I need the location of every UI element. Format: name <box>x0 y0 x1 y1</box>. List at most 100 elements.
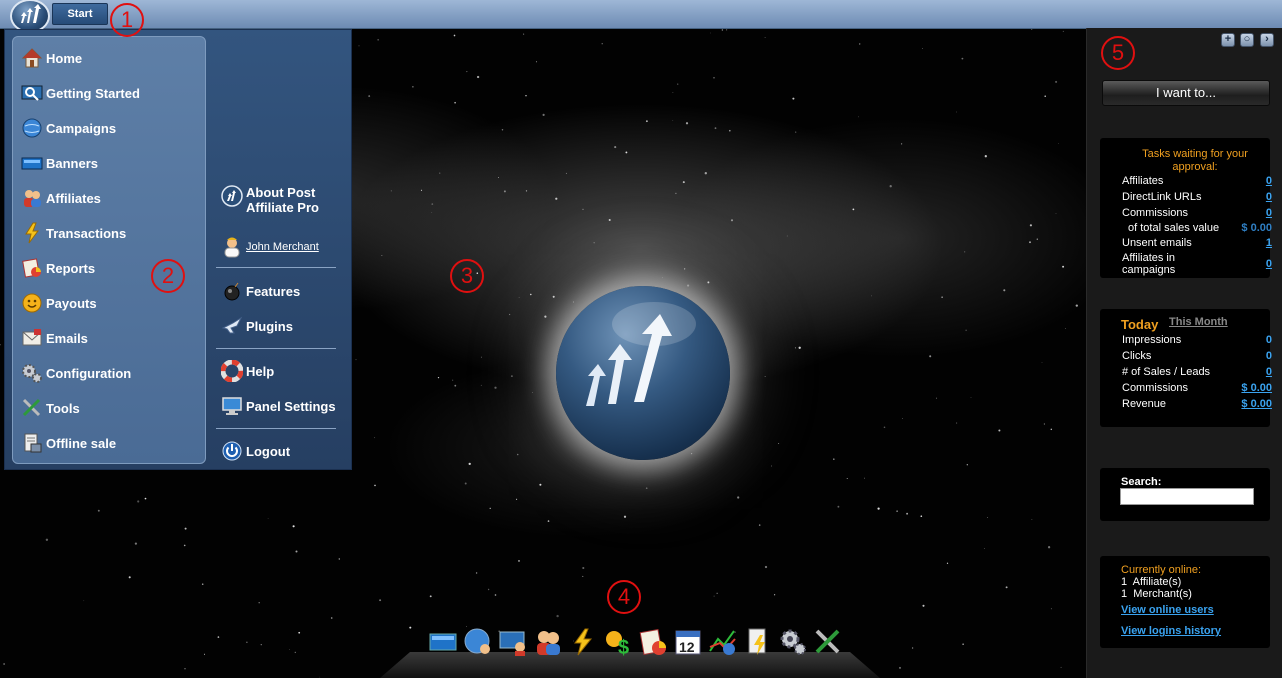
task-row: Affiliates in campaigns 0 <box>1122 252 1272 276</box>
menu-item-reports[interactable]: Reports <box>21 254 95 282</box>
tab-this-month[interactable]: This Month <box>1169 316 1228 328</box>
user-name-link[interactable]: John Merchant <box>246 241 319 253</box>
menu-item-emails-label: Emails <box>46 330 88 346</box>
view-online-users-link[interactable]: View online users <box>1121 604 1214 616</box>
menu-item-affiliates-label: Affiliates <box>46 190 101 206</box>
online-affiliates-count: 1 Affiliate(s) <box>1121 576 1182 588</box>
total-sales-value: $ 0.00 <box>1241 222 1272 234</box>
post-affiliate-pro-logo <box>556 286 730 460</box>
calendar-icon[interactable]: 12 <box>673 627 703 657</box>
payouts-icon[interactable]: $ <box>603 627 633 659</box>
menu-item-plugins[interactable]: Plugins <box>221 312 293 340</box>
add-gadget-icon[interactable]: + <box>1221 33 1235 47</box>
settings-icon[interactable]: ○ <box>1240 33 1254 47</box>
home-icon <box>21 47 43 69</box>
menu-item-features[interactable]: Features <box>221 277 300 305</box>
menu-item-offline-sale-label: Offline sale <box>46 435 117 451</box>
start-menu: Home Getting Started Campaigns Banners A… <box>4 29 352 470</box>
view-logins-history-link[interactable]: View logins history <box>1121 625 1221 637</box>
i-want-to-button[interactable]: I want to... <box>1102 80 1270 106</box>
menu-item-logout[interactable]: Logout <box>221 437 290 465</box>
menu-divider <box>216 267 336 268</box>
menu-item-affiliates[interactable]: Affiliates <box>21 184 101 212</box>
stat-value-link[interactable]: $ 0.00 <box>1241 382 1272 394</box>
menu-item-user[interactable]: John Merchant <box>221 233 319 261</box>
task-row: Commissions 0 <box>1122 207 1272 219</box>
menu-item-panel-settings[interactable]: Panel Settings <box>221 392 336 420</box>
stat-row: Impressions 0 <box>1122 334 1272 346</box>
stat-row: # of Sales / Leads 0 <box>1122 366 1272 378</box>
annotation-marker-5: 5 <box>1101 36 1135 70</box>
start-button[interactable]: Start <box>52 3 108 25</box>
reports-icon[interactable] <box>638 627 668 657</box>
tools-icon[interactable] <box>813 627 843 657</box>
campaigns-icon[interactable] <box>463 627 493 657</box>
globe-icon <box>21 117 43 139</box>
task-count-link[interactable]: 0 <box>1266 258 1272 270</box>
menu-item-configuration[interactable]: Configuration <box>21 359 131 387</box>
search-label: Search: <box>1121 476 1162 488</box>
stat-row: Commissions $ 0.00 <box>1122 382 1272 394</box>
menu-item-tools[interactable]: Tools <box>21 394 80 422</box>
annotation-marker-1: 1 <box>110 3 144 37</box>
menu-divider <box>216 428 336 429</box>
affiliate-banners-icon[interactable] <box>498 627 528 657</box>
annotation-marker-2: 2 <box>151 259 185 293</box>
annotation-marker-3: 3 <box>450 259 484 293</box>
task-count-link[interactable]: 0 <box>1266 175 1272 187</box>
lifebuoy-icon <box>220 359 244 383</box>
search-input[interactable] <box>1120 488 1254 505</box>
online-users-box: Currently online: 1 Affiliate(s) 1 Merch… <box>1100 556 1270 648</box>
banners-icon[interactable] <box>428 627 458 657</box>
stat-row: Revenue $ 0.00 <box>1122 398 1272 410</box>
menu-item-offline-sale[interactable]: Offline sale <box>21 429 116 457</box>
tasks-box: Tasks waiting for your approval: Affilia… <box>1100 138 1272 278</box>
menu-item-help[interactable]: Help <box>220 357 275 385</box>
menu-divider <box>216 348 336 349</box>
stat-value-link[interactable]: $ 0.00 <box>1241 398 1272 410</box>
menu-item-help-label: Help <box>246 363 275 379</box>
menu-item-transactions-label: Transactions <box>46 225 127 241</box>
menu-item-banners[interactable]: Banners <box>21 149 98 177</box>
configuration-icon[interactable] <box>778 627 808 657</box>
menu-item-about[interactable]: About Post Affiliate Pro <box>221 185 319 219</box>
play-icon[interactable]: › <box>1260 33 1274 47</box>
stats-box: Today This Month Impressions 0 Clicks 0 # … <box>1100 309 1272 427</box>
right-sidebar: + ○ › I want to... Tasks waiting for you… <box>1086 28 1282 678</box>
menu-item-campaigns[interactable]: Campaigns <box>21 114 116 142</box>
menu-item-logout-label: Logout <box>246 443 291 459</box>
menu-item-emails[interactable]: Emails <box>21 324 88 352</box>
menu-item-home-label: Home <box>46 50 83 66</box>
banner-icon <box>21 152 43 174</box>
menu-item-transactions[interactable]: Transactions <box>21 219 126 247</box>
menu-item-configuration-label: Configuration <box>46 365 132 381</box>
email-icon <box>21 327 43 349</box>
menu-item-payouts[interactable]: Payouts <box>21 289 97 317</box>
menu-item-home[interactable]: Home <box>21 44 82 72</box>
stat-value-link[interactable]: 0 <box>1266 366 1272 378</box>
offline-sale-icon[interactable] <box>743 627 773 657</box>
dock: $ 12 <box>428 627 843 659</box>
menu-item-panel-settings-label: Panel Settings <box>246 398 336 414</box>
menu-item-getting-started[interactable]: Getting Started <box>21 79 140 107</box>
plugin-icon <box>221 315 243 337</box>
task-count-link[interactable]: 1 <box>1266 237 1272 249</box>
task-row: Affiliates 0 <box>1122 175 1272 187</box>
task-count-link[interactable]: 0 <box>1266 207 1272 219</box>
offline-sale-icon <box>21 432 43 454</box>
transactions-icon[interactable] <box>568 627 598 657</box>
menu-item-about-label-line2: Affiliate Pro <box>246 200 319 215</box>
menu-item-banners-label: Banners <box>46 155 99 171</box>
affiliates-icon[interactable] <box>533 627 563 657</box>
trends-chart-icon[interactable] <box>708 627 738 657</box>
tab-today[interactable]: Today <box>1121 317 1158 332</box>
total-sales-row: of total sales value $ 0.00 <box>1128 222 1272 234</box>
task-count-link[interactable]: 0 <box>1266 191 1272 203</box>
menu-item-plugins-label: Plugins <box>246 318 293 334</box>
menu-item-getting-started-label: Getting Started <box>46 85 140 101</box>
lightning-icon <box>21 222 43 244</box>
stat-value: 0 <box>1265 350 1272 362</box>
svg-text:$: $ <box>618 637 629 657</box>
task-row: Unsent emails 1 <box>1122 237 1272 249</box>
bomb-icon <box>221 280 243 302</box>
